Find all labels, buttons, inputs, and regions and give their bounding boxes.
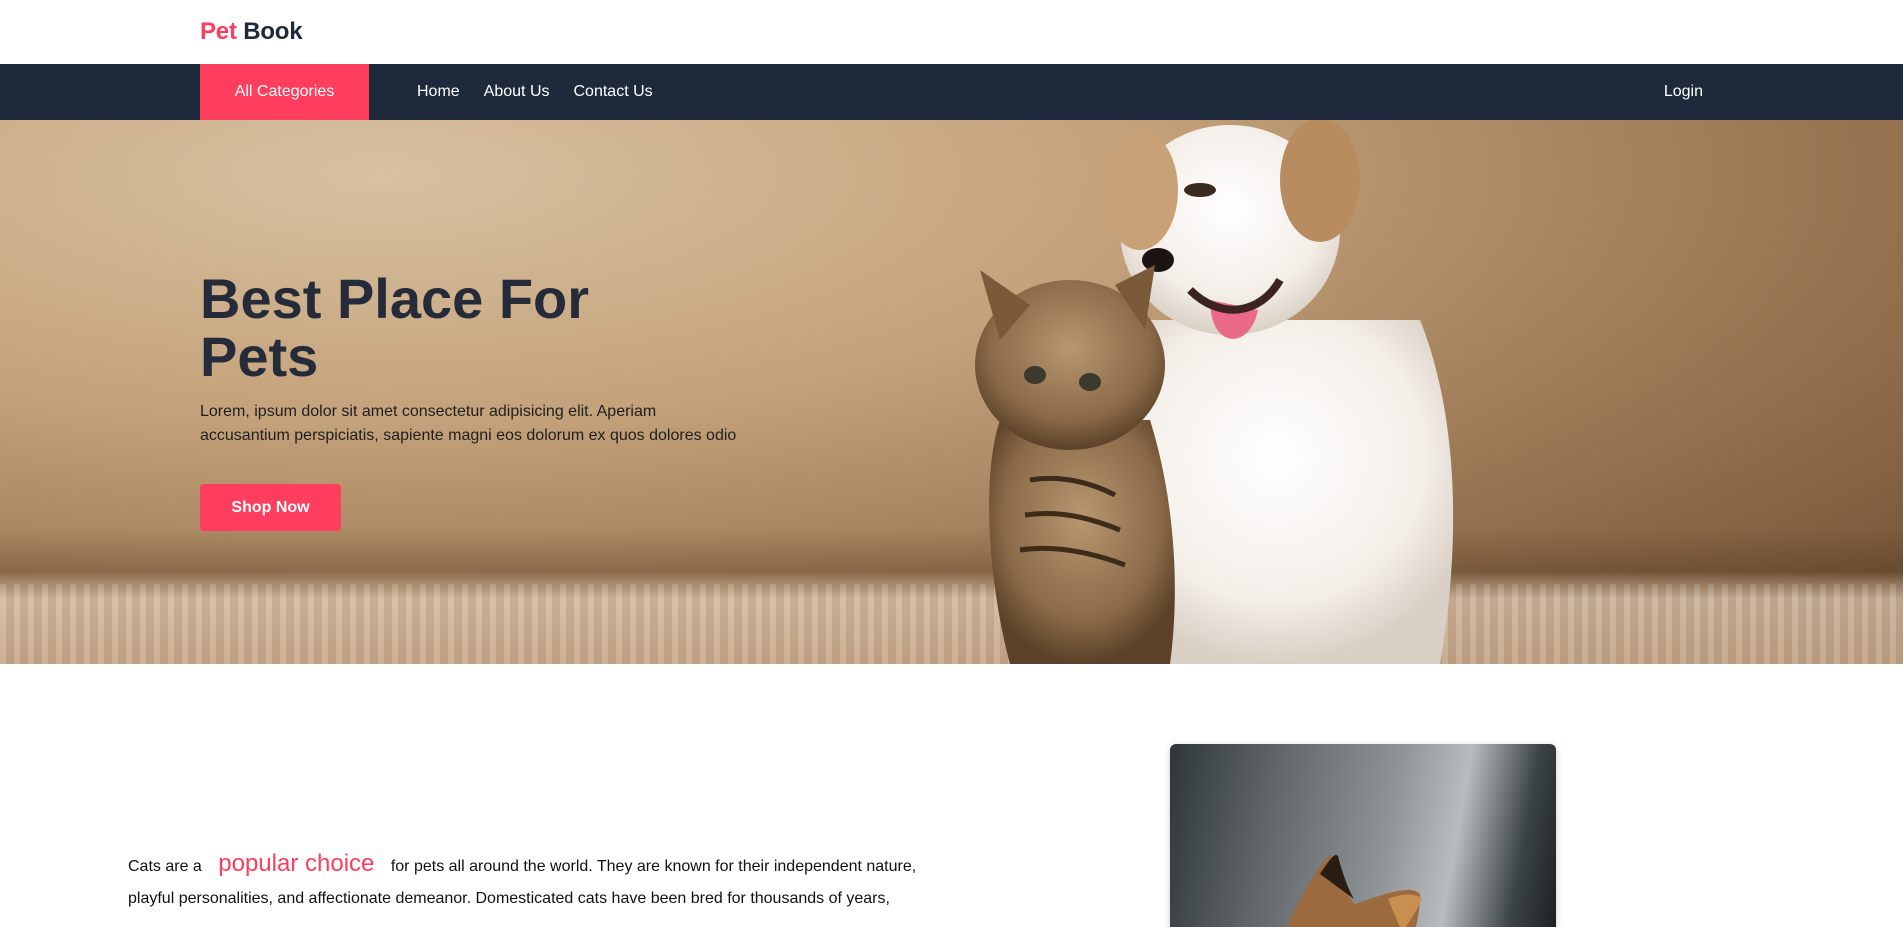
about-highlight: popular choice <box>218 850 375 877</box>
hero-banner: Best Place For Pets Lorem, ipsum dolor s… <box>0 120 1903 664</box>
logo[interactable]: Pet Book <box>200 18 303 46</box>
shop-now-button[interactable]: Shop Now <box>200 484 341 531</box>
login-link[interactable]: Login <box>1664 64 1703 120</box>
hero-description: Lorem, ipsum dolor sit amet consectetur … <box>200 403 737 444</box>
nav-link-contact[interactable]: Contact Us <box>574 83 653 101</box>
logo-pet-text: Pet <box>200 18 237 45</box>
all-categories-button[interactable]: All Categories <box>200 64 369 120</box>
brand-header: Pet Book <box>0 0 1903 64</box>
hero-title: Best Place For Pets <box>200 267 590 388</box>
cat-photo <box>1170 744 1556 927</box>
cat-photo-illustration <box>1287 854 1422 927</box>
nav-link-home[interactable]: Home <box>417 83 460 101</box>
about-paragraph: Cats are a popular choice for pets all a… <box>128 848 948 915</box>
hero-pets-image <box>975 120 1454 664</box>
main-navbar: All Categories Home About Us Contact Us … <box>0 64 1903 120</box>
nav-links: Home About Us Contact Us <box>417 64 653 120</box>
nav-link-about[interactable]: About Us <box>484 83 550 101</box>
about-text-before: Cats are a <box>128 858 202 875</box>
logo-book-text: Book <box>243 18 303 45</box>
